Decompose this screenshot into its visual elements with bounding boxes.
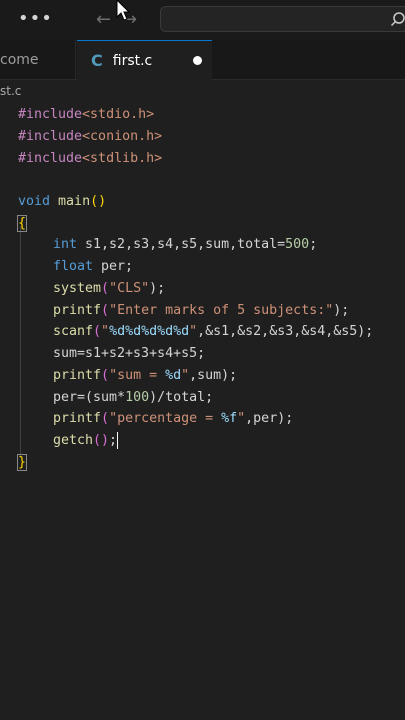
code-line-6: { [16,215,28,232]
tab-first-c[interactable]: C first.c [77,40,212,80]
code-line-17: } [16,454,28,471]
code-line-1: #include<stdio.h> [18,107,155,122]
command-center-search[interactable] [160,6,405,32]
indent-guide [20,226,21,458]
code-line-12: sum=s1+s2+s3+s4+s5; [53,346,206,361]
tab-welcome[interactable]: come [0,40,76,80]
breadcrumb[interactable]: st.c [0,84,21,98]
code-line-8: float per; [53,259,134,274]
code-line-9: system("CLS"); [53,281,166,296]
code-line-7: int s1,s2,s3,s4,s5,sum,total=500; [53,237,318,252]
code-line-13: printf("sum = %d",sum); [53,368,238,383]
title-bar: ••• ← → [0,0,405,40]
tab-label: first.c [112,52,153,69]
code-line-14: per=(sum*100)/total; [53,390,214,405]
more-horizontal-icon[interactable]: ••• [18,8,53,29]
search-icon [390,12,405,27]
unsaved-dot-icon[interactable] [193,56,202,65]
code-line-2: #include<conion.h> [18,129,163,144]
code-line-3: #include<stdlib.h> [18,151,163,166]
code-line-11: scanf("%d%d%d%d%d",&s1,&s2,&s3,&s4,&s5); [53,324,374,339]
editor-tab-bar: come C first.c [0,40,405,80]
code-line-16: getch(); [53,431,119,449]
arrow-left-icon[interactable]: ← [96,9,111,30]
code-line-15: printf("percentage = %f",per); [53,411,294,426]
c-file-icon: C [91,51,103,70]
code-line-5: void main() [18,194,107,209]
code-line-10: printf("Enter marks of 5 subjects:"); [53,303,350,318]
mouse-pointer-icon [116,0,130,21]
text-cursor [117,431,119,449]
tab-label: come [0,52,39,68]
